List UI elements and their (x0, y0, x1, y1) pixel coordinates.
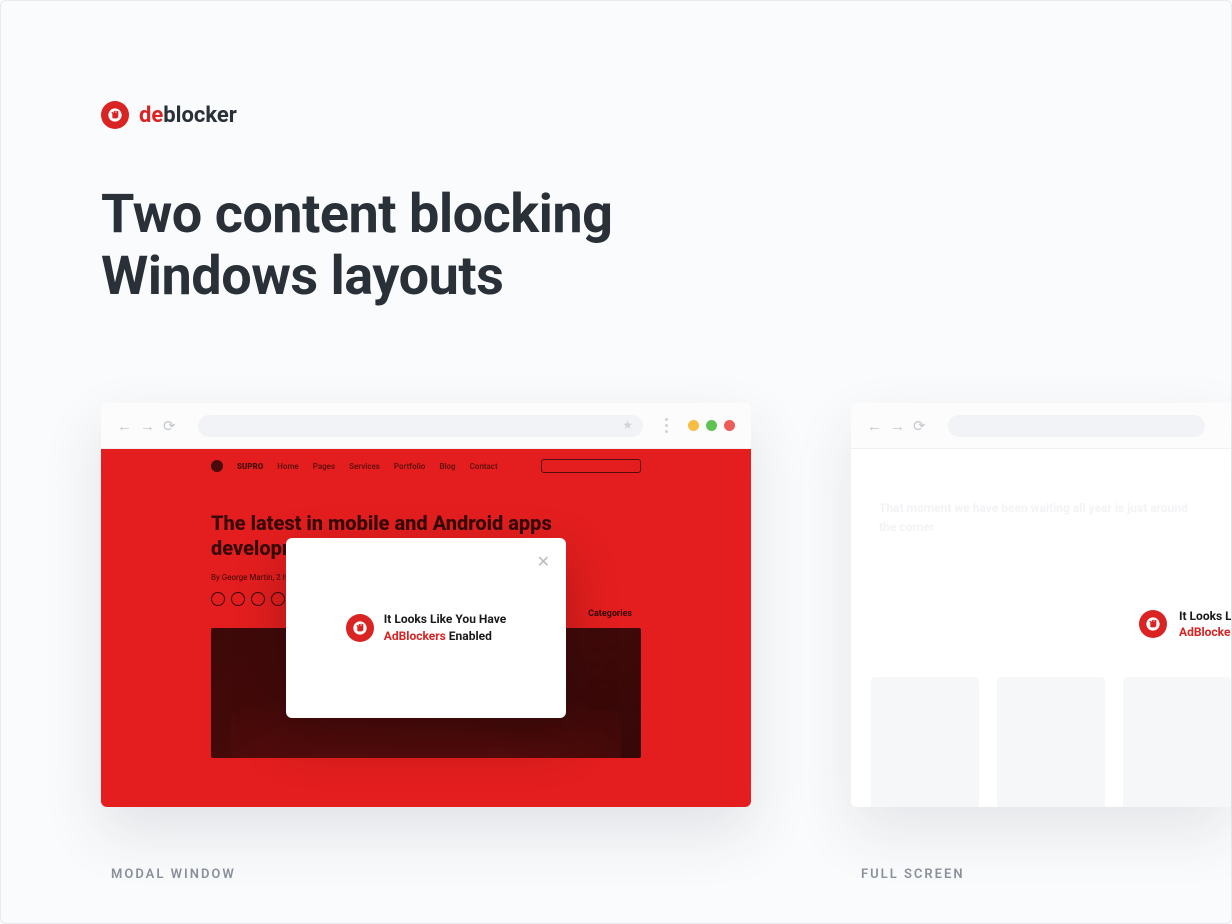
browser-toolbar: ← → ⟳ ★ (101, 403, 751, 449)
fullscreen-hand-icon (1139, 610, 1167, 638)
menu-dots-icon (665, 418, 668, 433)
forward-icon: → (140, 417, 155, 435)
faint-headline: That moment we have been waiting all yea… (879, 499, 1203, 537)
browser-toolbar-2: ← → ⟳ (851, 403, 1231, 449)
nav-arrows: ← → ⟳ (117, 417, 176, 435)
traffic-lights (688, 420, 735, 431)
brand-text: deblocker (139, 103, 237, 128)
modal-hand-icon (346, 614, 374, 642)
viewport-modal: SUPRO HomePagesServicesPortfolioBlogCont… (101, 449, 751, 807)
viewport-fullscreen: That moment we have been waiting all yea… (851, 449, 1231, 807)
page-heading: Two content blockingWindows layouts (101, 184, 1231, 308)
url-bar-2 (948, 415, 1205, 437)
caption-fullscreen: FULL SCREEN (861, 867, 1231, 882)
brand-row: deblocker (101, 101, 1231, 129)
url-bar: ★ (198, 415, 643, 437)
browser-mockup-modal: ← → ⟳ ★ SUPRO HomePagesServicesPortfolioBl… (101, 403, 751, 807)
brand-hand-icon (101, 101, 129, 129)
back-icon: ← (867, 417, 882, 435)
caption-modal: MODAL WINDOW (111, 867, 751, 882)
forward-icon: → (890, 417, 905, 435)
fullscreen-message: It Looks Like YAdBlockers En (1179, 608, 1231, 642)
adblock-modal: ✕ It Looks Like You HaveAdBlockers Enabl… (286, 538, 566, 718)
star-icon: ★ (622, 418, 633, 432)
back-icon: ← (117, 417, 132, 435)
modal-message: It Looks Like You HaveAdBlockers Enabled (384, 611, 506, 645)
reload-icon: ⟳ (163, 417, 176, 435)
nav-arrows-2: ← → ⟳ (867, 417, 926, 435)
reload-icon: ⟳ (913, 417, 926, 435)
content-placeholders (871, 677, 1231, 807)
browser-mockup-fullscreen: ← → ⟳ That moment we have been waiting all… (851, 403, 1231, 807)
close-icon[interactable]: ✕ (537, 552, 550, 571)
